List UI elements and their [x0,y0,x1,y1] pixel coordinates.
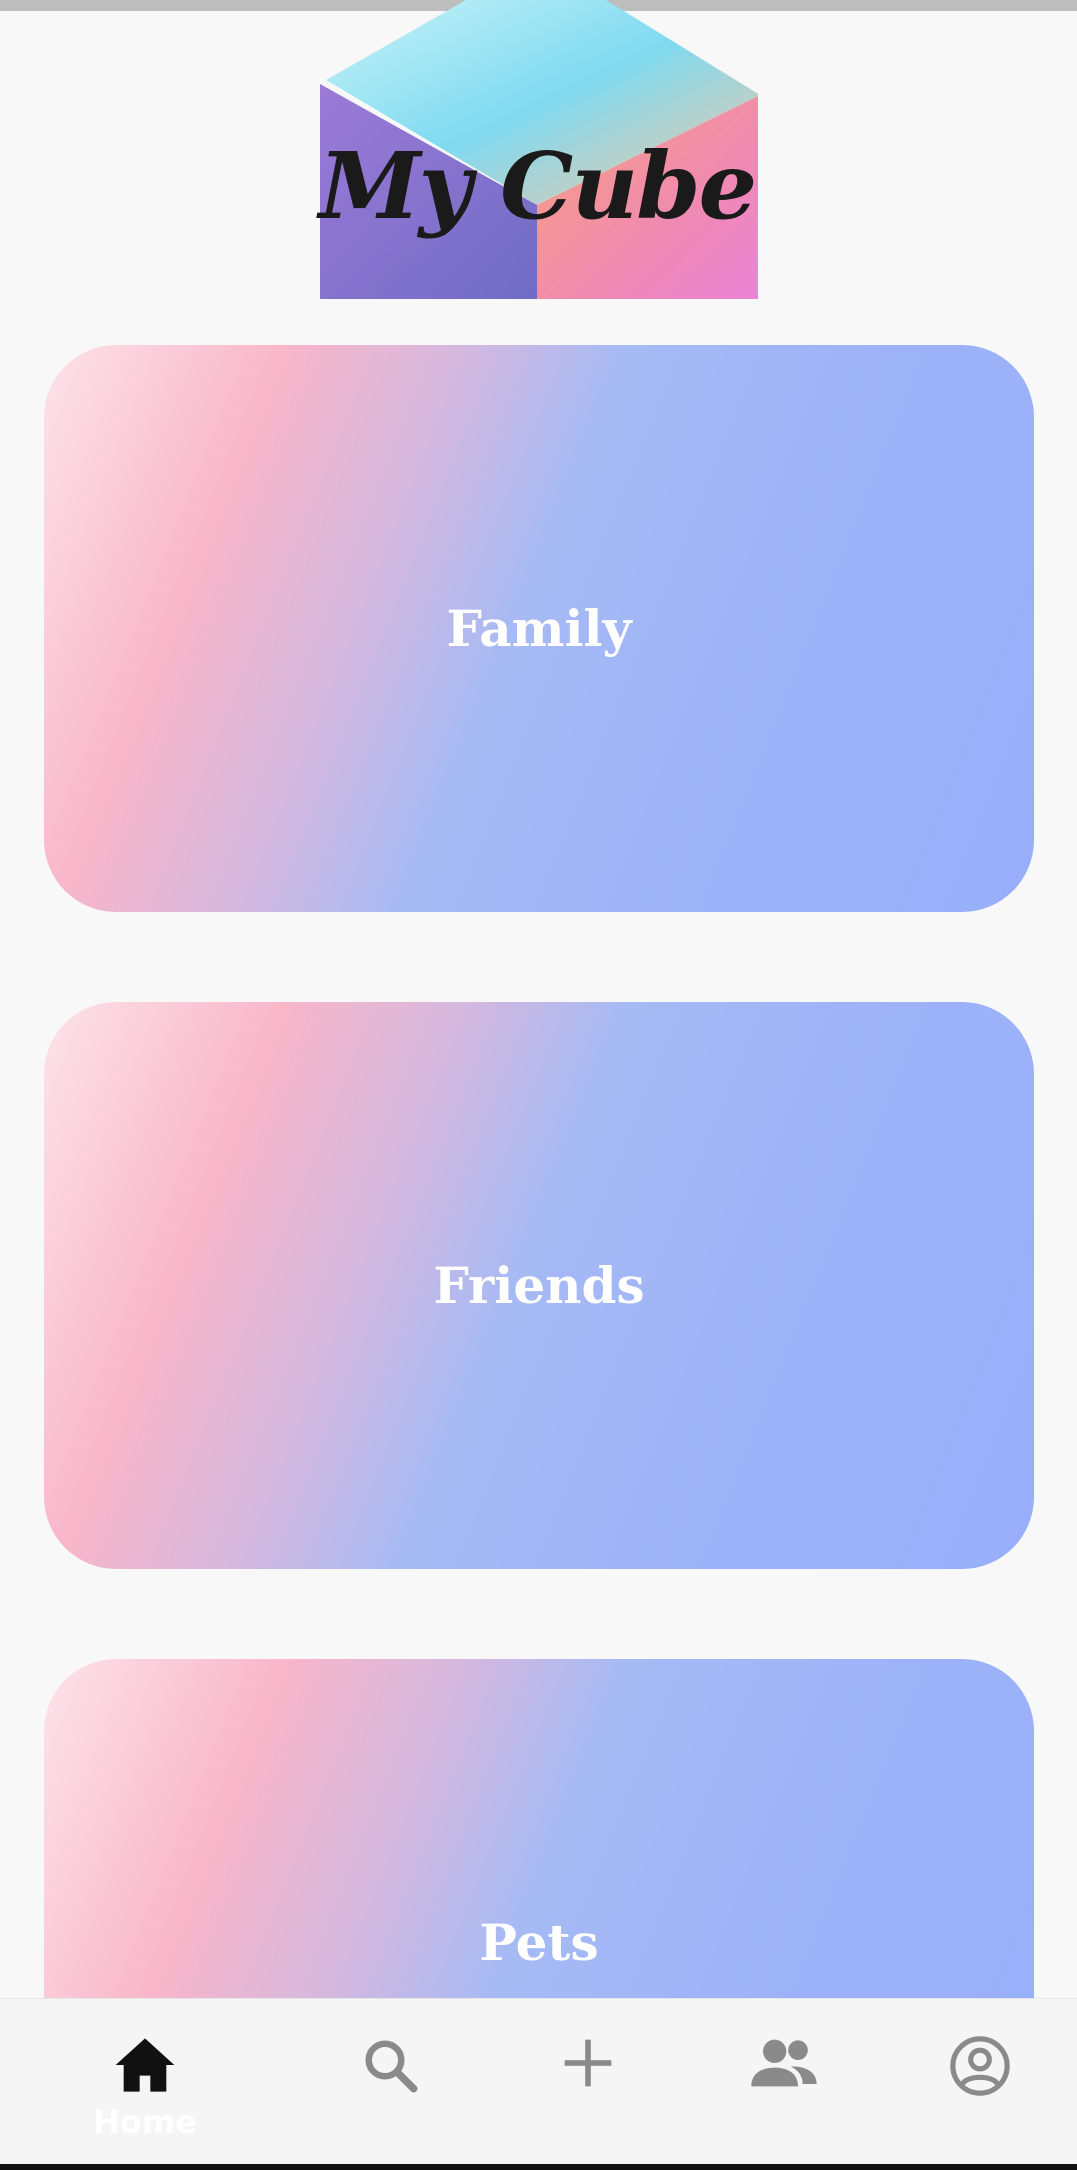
people-icon [751,2039,817,2087]
card-title: Family [446,599,632,658]
bottom-navigation: Home [0,1998,1077,2165]
nav-home-label: Home [93,2103,197,2141]
album-card-family[interactable]: Family [44,345,1034,912]
system-nav-bar [0,2164,1077,2170]
album-card-friends[interactable]: Friends [44,1002,1034,1569]
nav-people[interactable] [684,1999,884,2165]
feed-scroll[interactable]: My Cube Family Friends Pets [0,0,1077,1998]
album-card-pets[interactable]: Pets [44,1659,1034,1998]
card-title: Pets [479,1913,599,1972]
nav-home[interactable]: Home [45,1999,245,2165]
home-icon [115,2038,175,2092]
search-icon [365,2040,418,2093]
app-logo: My Cube [316,0,758,299]
account-icon [950,2036,1010,2096]
add-icon [564,2039,612,2087]
nav-search[interactable] [290,1999,490,2165]
nav-add[interactable] [488,1999,688,2165]
logo-text: My Cube [318,132,757,240]
card-title: Friends [433,1256,645,1315]
nav-profile[interactable] [880,1999,1077,2165]
